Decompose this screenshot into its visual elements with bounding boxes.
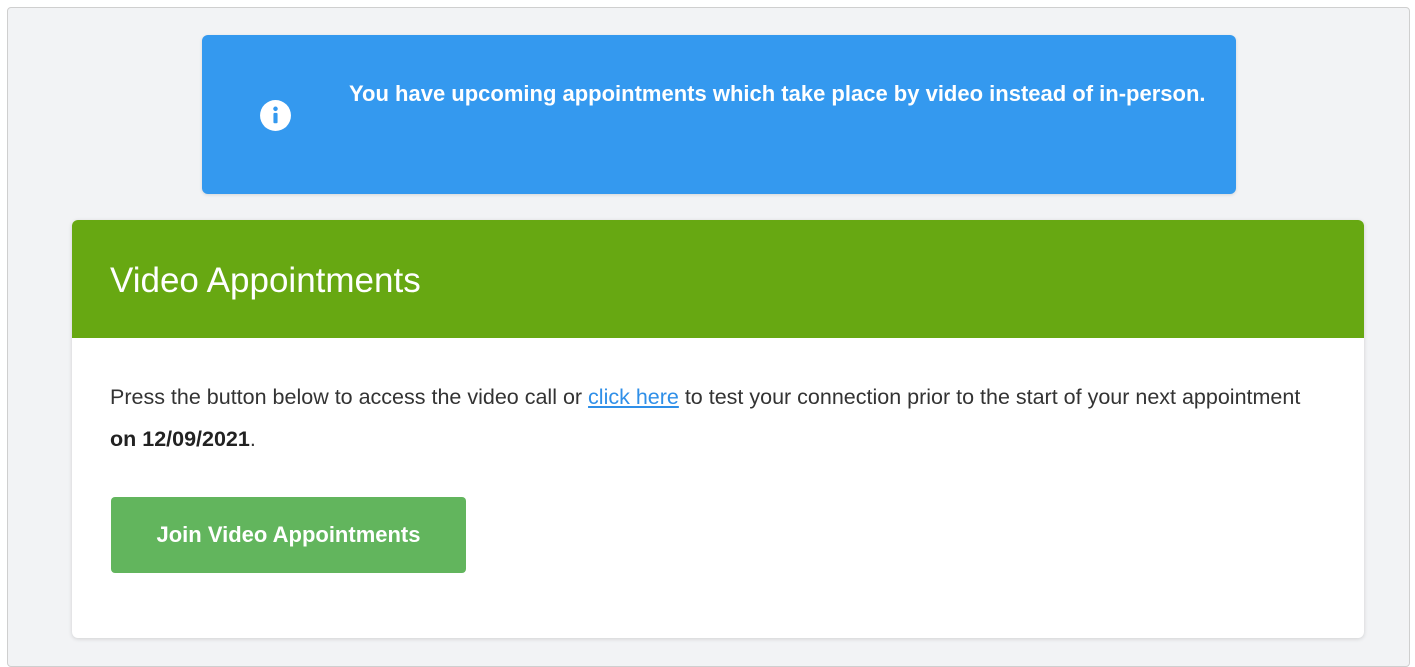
- instructions-prefix: Press the button below to access the vid…: [110, 385, 589, 409]
- notice-text: You have upcoming appointments which tak…: [349, 81, 1206, 106]
- video-appointments-notice: You have upcoming appointments which tak…: [202, 35, 1236, 194]
- join-video-appointments-button[interactable]: Join Video Appointments: [111, 497, 466, 573]
- card-header: Video Appointments: [72, 220, 1364, 338]
- info-circle-icon: [260, 100, 291, 131]
- video-appointments-card: Video Appointments Press the button belo…: [72, 220, 1364, 638]
- instructions-middle: to test your connection prior to the sta…: [678, 385, 1301, 409]
- test-connection-link[interactable]: click here: [588, 385, 679, 409]
- card-title: Video Appointments: [110, 261, 421, 300]
- instructions-suffix: .: [249, 427, 256, 451]
- card-instructions: Press the button below to access the vid…: [110, 376, 1330, 460]
- next-appointment-date: on 12/09/2021: [110, 427, 250, 451]
- content-panel: You have upcoming appointments which tak…: [7, 7, 1410, 667]
